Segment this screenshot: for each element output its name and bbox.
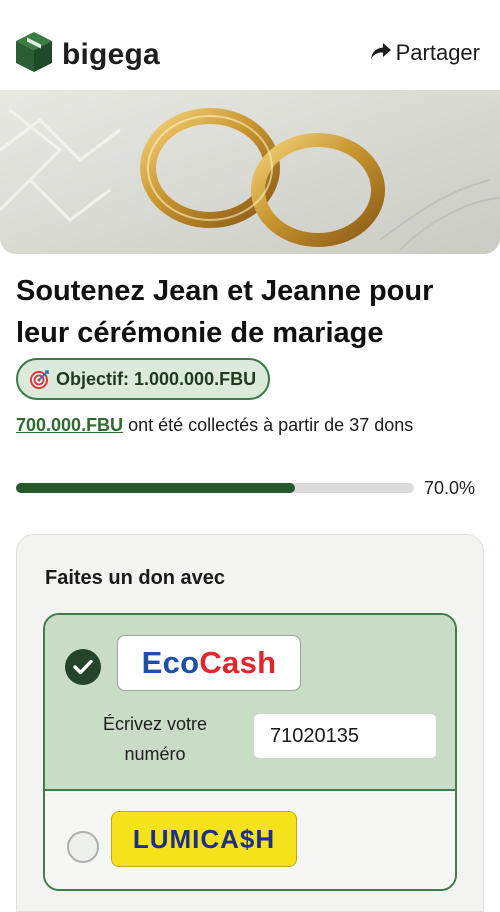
ecocash-logo-eco: Eco <box>141 645 200 680</box>
donation-card: Faites un don avec Eco Cash Écrivez votre… <box>16 534 484 912</box>
payment-option-ecocash[interactable]: Eco Cash Écrivez votre numéro 71020135 <box>45 615 455 791</box>
share-arrow-icon <box>370 40 396 66</box>
raised-amount: 700.000.FBU <box>16 415 124 435</box>
brand-logo[interactable]: bigega <box>14 30 160 79</box>
ecocash-logo-cash: Cash <box>199 645 277 680</box>
radio-empty-icon[interactable] <box>67 831 99 863</box>
goal-badge: Objectif: 1.000.000.FBU <box>16 358 271 400</box>
payment-methods: Eco Cash Écrivez votre numéro 71020135 LU… <box>43 613 457 891</box>
ecocash-logo: Eco Cash <box>117 635 301 691</box>
app-header: bigega Partager <box>0 0 500 90</box>
donation-title: Faites un don avec <box>45 567 226 589</box>
payment-option-lumicash[interactable]: LUMICA$H <box>45 793 455 889</box>
brand-name: bigega <box>62 37 160 71</box>
goal-label: Objectif: 1.000.000.FBU <box>56 368 257 389</box>
campaign-cover-image <box>0 90 500 254</box>
progress-percent: 70.0% <box>424 478 476 498</box>
share-button[interactable]: Partager <box>370 40 480 66</box>
progress-bar <box>16 483 414 493</box>
share-label: Partager <box>395 40 480 65</box>
raised-summary: 700.000.FBU ont été collectés à partir d… <box>16 408 486 442</box>
progress-bar-fill <box>16 483 295 493</box>
phone-number-label: Écrivez votre numéro <box>102 714 208 764</box>
lumicash-logo: LUMICA$H <box>111 811 297 867</box>
campaign-title: Soutenez Jean et Jeanne pour leur cérémo… <box>16 275 434 349</box>
target-icon <box>30 369 50 389</box>
phone-number-input[interactable]: 71020135 <box>253 713 437 759</box>
check-circle-icon[interactable] <box>65 649 101 685</box>
box-logo-icon <box>14 30 54 79</box>
raised-text: ont été collectés à partir de 37 dons <box>123 415 414 435</box>
